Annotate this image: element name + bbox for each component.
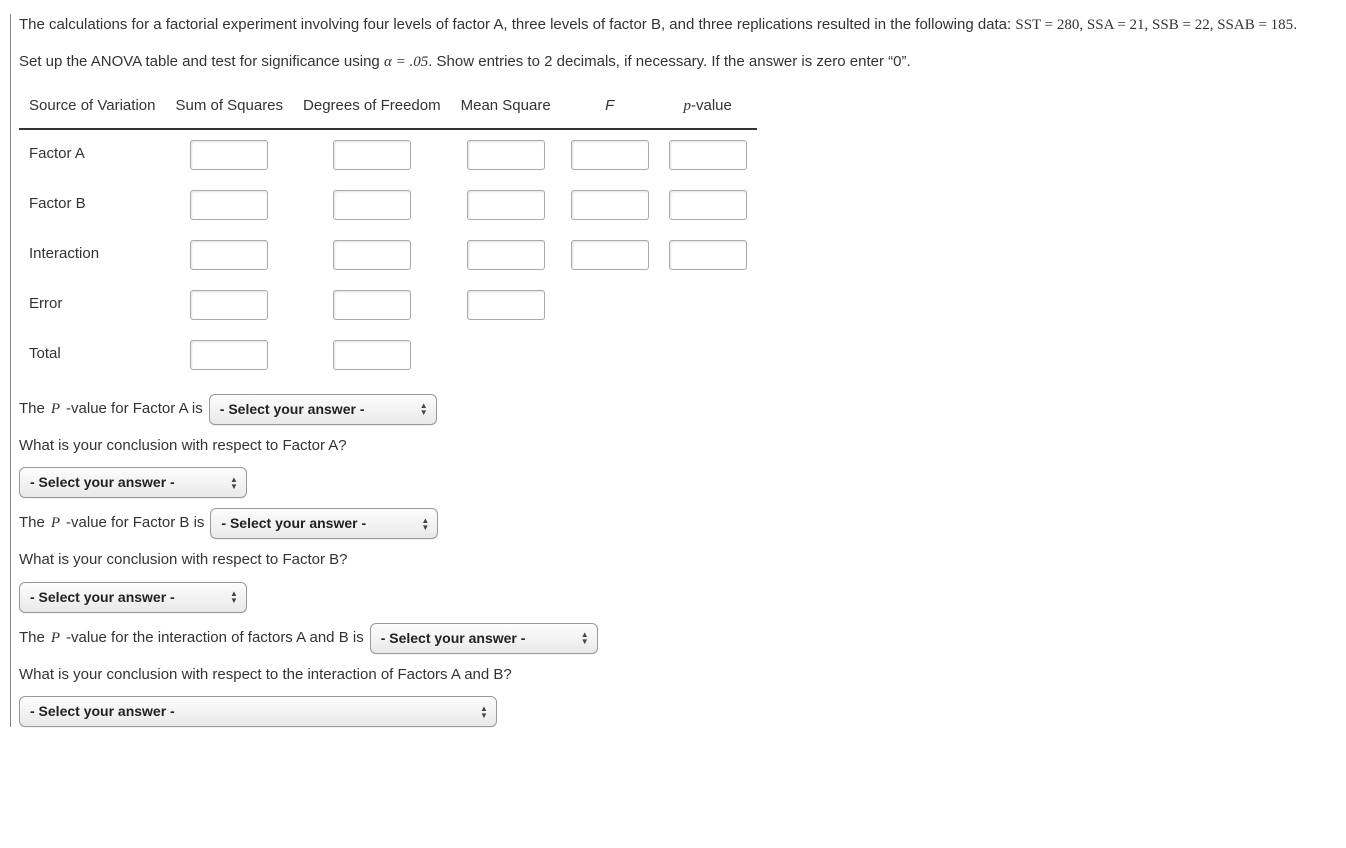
p-letter-a: P	[51, 398, 60, 421]
alpha-expression: α = .05	[384, 54, 428, 70]
input-a-ss[interactable]	[190, 140, 268, 170]
select-pvalue-int-label: - Select your answer -	[381, 628, 571, 649]
intro-text-2-pre: Set up the ANOVA table and test for sign…	[19, 53, 384, 70]
anova-header-row: Source of Variation Sum of Squares Degre…	[19, 87, 757, 129]
select-conclusion-b-label: - Select your answer -	[30, 587, 220, 608]
input-int-df[interactable]	[333, 240, 411, 270]
intro-equation: SST = 280, SSA = 21, SSB = 22, SSAB = 18…	[1015, 17, 1293, 33]
input-tot-ss[interactable]	[190, 340, 268, 370]
input-err-ms[interactable]	[467, 290, 545, 320]
input-a-ms[interactable]	[467, 140, 545, 170]
col-ms: Mean Square	[451, 87, 561, 129]
col-pvalue: p-value	[659, 87, 757, 129]
p-letter-int: P	[51, 627, 60, 650]
intro-text-1-post: .	[1293, 16, 1297, 33]
question-conclusion-int: - Select your answer - ▲▼	[19, 696, 1346, 727]
input-b-ss[interactable]	[190, 190, 268, 220]
intro-text-2-post: . Show entries to 2 decimals, if necessa…	[428, 53, 910, 70]
input-a-f[interactable]	[571, 140, 649, 170]
question-conclusion-b: - Select your answer - ▲▼	[19, 582, 1346, 613]
stepper-icon: ▲▼	[230, 476, 238, 490]
label-factor-b: Factor B	[19, 180, 165, 230]
text-pB-pre: The	[19, 512, 45, 535]
input-b-f[interactable]	[571, 190, 649, 220]
label-total: Total	[19, 330, 165, 380]
stepper-icon: ▲▼	[480, 705, 488, 719]
question-pvalue-int: The P -value for the interaction of facto…	[19, 623, 1346, 654]
input-int-ms[interactable]	[467, 240, 545, 270]
label-factor-a: Factor A	[19, 129, 165, 180]
select-conclusion-b[interactable]: - Select your answer - ▲▼	[19, 582, 247, 613]
question-conclusion-a-text: What is your conclusion with respect to …	[19, 435, 1346, 458]
text-pA-mid: -value for Factor A is	[66, 398, 203, 421]
stepper-icon: ▲▼	[420, 402, 428, 416]
select-pvalue-b-label: - Select your answer -	[221, 513, 411, 534]
select-conclusion-int[interactable]: - Select your answer - ▲▼	[19, 696, 497, 727]
row-factor-a: Factor A	[19, 129, 757, 180]
input-b-p[interactable]	[669, 190, 747, 220]
input-int-p[interactable]	[669, 240, 747, 270]
row-total: Total	[19, 330, 757, 380]
select-conclusion-a[interactable]: - Select your answer - ▲▼	[19, 467, 247, 498]
col-f: F	[561, 87, 659, 129]
label-interaction: Interaction	[19, 230, 165, 280]
intro-text-1: The calculations for a factorial experim…	[19, 16, 1015, 33]
input-b-df[interactable]	[333, 190, 411, 220]
select-conclusion-a-label: - Select your answer -	[30, 472, 220, 493]
question-pvalue-a: The P -value for Factor A is - Select you…	[19, 394, 1346, 425]
col-ss: Sum of Squares	[165, 87, 293, 129]
select-pvalue-a-label: - Select your answer -	[220, 399, 410, 420]
text-pB-mid: -value for Factor B is	[66, 512, 204, 535]
text-pInt-mid: -value for the interaction of factors A …	[66, 627, 364, 650]
input-err-ss[interactable]	[190, 290, 268, 320]
input-tot-df[interactable]	[333, 340, 411, 370]
question-pvalue-b: The P -value for Factor B is - Select you…	[19, 508, 1346, 539]
select-pvalue-int[interactable]: - Select your answer - ▲▼	[370, 623, 598, 654]
stepper-icon: ▲▼	[421, 517, 429, 531]
input-a-p[interactable]	[669, 140, 747, 170]
question-conclusion-b-text: What is your conclusion with respect to …	[19, 549, 1346, 572]
question-conclusion-a: - Select your answer - ▲▼	[19, 467, 1346, 498]
p-italic: p	[683, 98, 691, 114]
text-pInt-pre: The	[19, 627, 45, 650]
input-int-f[interactable]	[571, 240, 649, 270]
row-error: Error	[19, 280, 757, 330]
intro-paragraph-1: The calculations for a factorial experim…	[19, 14, 1346, 37]
input-int-ss[interactable]	[190, 240, 268, 270]
text-pA-pre: The	[19, 398, 45, 421]
p-letter-b: P	[51, 512, 60, 535]
select-pvalue-a[interactable]: - Select your answer - ▲▼	[209, 394, 437, 425]
row-interaction: Interaction	[19, 230, 757, 280]
stepper-icon: ▲▼	[230, 590, 238, 604]
intro-paragraph-2: Set up the ANOVA table and test for sign…	[19, 51, 1346, 74]
question-conclusion-int-text: What is your conclusion with respect to …	[19, 664, 1346, 687]
col-source: Source of Variation	[19, 87, 165, 129]
input-err-df[interactable]	[333, 290, 411, 320]
input-b-ms[interactable]	[467, 190, 545, 220]
col-df: Degrees of Freedom	[293, 87, 451, 129]
label-error: Error	[19, 280, 165, 330]
stepper-icon: ▲▼	[581, 631, 589, 645]
question-container: The calculations for a factorial experim…	[10, 14, 1346, 727]
select-conclusion-int-label: - Select your answer -	[30, 701, 470, 722]
row-factor-b: Factor B	[19, 180, 757, 230]
col-f-label: F	[605, 97, 614, 114]
anova-table: Source of Variation Sum of Squares Degre…	[19, 87, 757, 380]
input-a-df[interactable]	[333, 140, 411, 170]
select-pvalue-b[interactable]: - Select your answer - ▲▼	[210, 508, 438, 539]
